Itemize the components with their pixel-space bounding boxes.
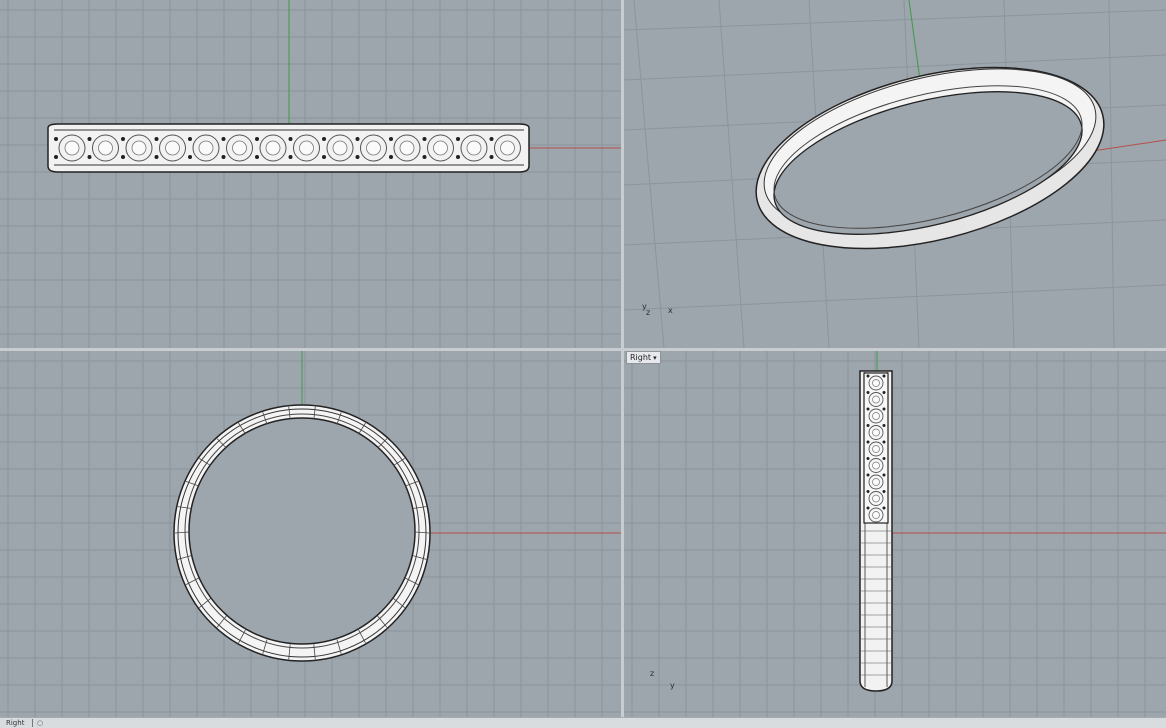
grid xyxy=(0,0,621,348)
viewport-front[interactable] xyxy=(0,351,621,717)
axis-indicator: y z x xyxy=(642,302,673,317)
gem-column xyxy=(866,374,886,523)
axis-x-label: x xyxy=(668,306,673,315)
viewport-top[interactable] xyxy=(0,0,621,348)
top-view-canvas xyxy=(0,0,621,348)
ring-band-top xyxy=(47,123,530,173)
viewport-perspective[interactable]: y z x xyxy=(624,0,1166,348)
front-view-canvas xyxy=(0,351,621,717)
viewport-tab-bar: Right ○ xyxy=(0,717,1166,728)
axis-z-label: z xyxy=(650,669,655,678)
viewport-right[interactable]: Right ▾ z y xyxy=(624,351,1166,717)
axis-y-label: y xyxy=(670,681,675,690)
chevron-down-icon[interactable]: ▾ xyxy=(653,353,657,364)
viewport-label-text: Right xyxy=(630,353,652,362)
ring-side xyxy=(859,370,893,692)
right-view-canvas xyxy=(624,351,1166,717)
viewport-label-right[interactable]: Right ▾ xyxy=(626,351,661,364)
ring-front xyxy=(173,404,431,662)
perspective-view-canvas xyxy=(624,0,1166,348)
grid xyxy=(624,351,1166,717)
tab-divider xyxy=(32,719,33,727)
axis-indicator: z y xyxy=(650,669,675,690)
